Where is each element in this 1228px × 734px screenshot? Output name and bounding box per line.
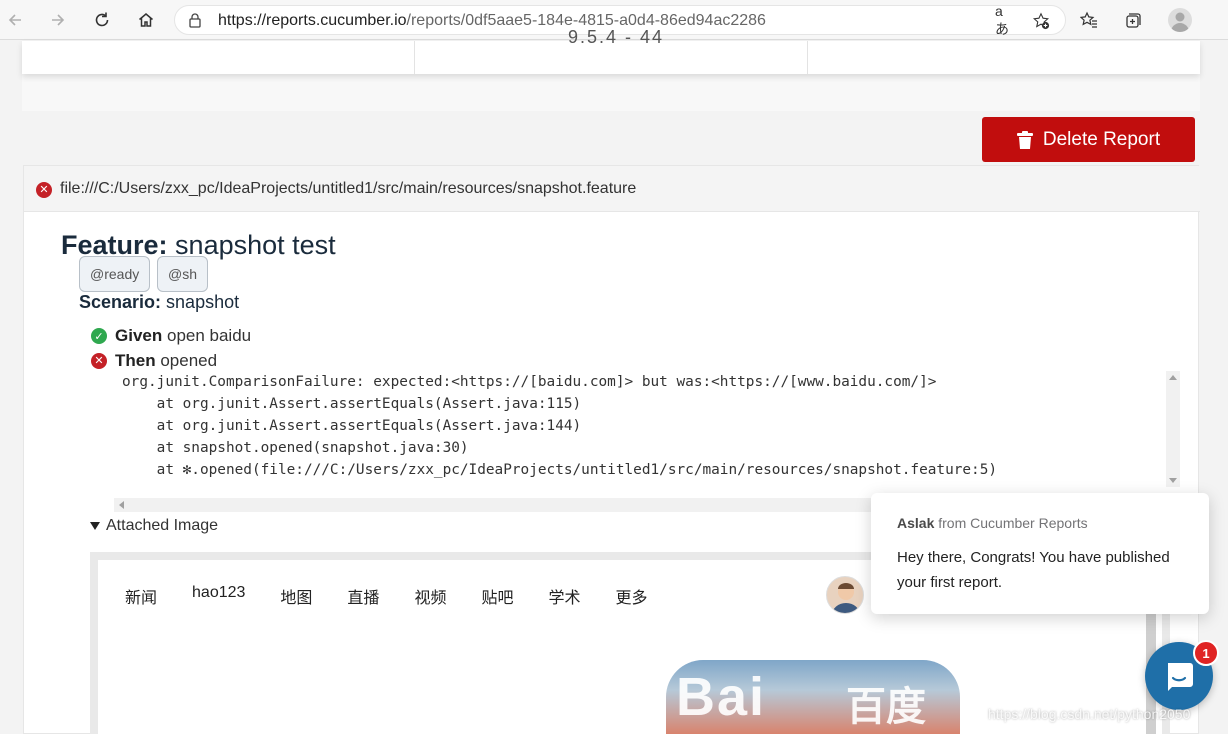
step-keyword: Then bbox=[115, 351, 156, 370]
baidu-logo-chinese: 百度 bbox=[846, 685, 926, 729]
stack-trace[interactable]: org.junit.ComparisonFailure: expected:<h… bbox=[114, 371, 1182, 508]
trash-icon bbox=[1016, 130, 1033, 149]
baidu-logo-latin: Bai bbox=[676, 667, 767, 727]
scroll-left-icon[interactable] bbox=[119, 501, 124, 509]
chat-sender-name: Aslak bbox=[897, 515, 935, 531]
favorites-icon[interactable] bbox=[1076, 7, 1102, 33]
url-text[interactable]: https://reports.cucumber.io/reports/0df5… bbox=[218, 12, 766, 30]
baidu-nav-item: 地图 bbox=[280, 590, 313, 607]
summary-cell bbox=[808, 41, 1200, 74]
watermark-text: https://blog.csdn.net/python2050 bbox=[988, 706, 1191, 722]
summary-card: 9.5.4 - 44 bbox=[22, 27, 1200, 74]
baidu-nav-item: 直播 bbox=[347, 590, 380, 607]
baidu-nav-item: 更多 bbox=[615, 590, 648, 607]
delete-report-label: Delete Report bbox=[1042, 128, 1161, 150]
chat-message-popup[interactable]: Aslak from Cucumber Reports Hey there, C… bbox=[871, 493, 1209, 614]
chat-sender-source: from Cucumber Reports bbox=[934, 515, 1088, 531]
summary-partial-text: 9.5.4 - 44 bbox=[568, 27, 665, 47]
stack-trace-line: at snapshot.opened(snapshot.java:30) bbox=[122, 440, 469, 456]
home-icon[interactable] bbox=[133, 7, 159, 33]
passed-icon: ✓ bbox=[91, 328, 107, 344]
lock-icon[interactable] bbox=[187, 12, 203, 28]
read-aloud-icon[interactable]: aあ bbox=[995, 3, 1015, 37]
stack-trace-vertical-scrollbar[interactable] bbox=[1166, 371, 1180, 487]
caret-down-icon bbox=[90, 522, 100, 530]
chat-icon bbox=[1168, 663, 1193, 691]
step-text: opened bbox=[160, 351, 218, 370]
attached-image-toggle[interactable]: Attached Image bbox=[90, 517, 218, 535]
back-icon[interactable] bbox=[2, 7, 28, 33]
forward-icon[interactable] bbox=[45, 7, 71, 33]
stack-trace-line: at ✻.opened(file:///C:/Users/zxx_pc/Idea… bbox=[122, 462, 998, 478]
feature-file-path: file:///C:/Users/zxx_pc/IdeaProjects/unt… bbox=[60, 180, 637, 197]
attached-image-label: Attached Image bbox=[106, 517, 219, 534]
scenario-title: Scenario: snapshot bbox=[79, 292, 239, 313]
scroll-up-icon[interactable] bbox=[1169, 375, 1177, 380]
user-avatar bbox=[826, 576, 864, 614]
baidu-nav-item: 学术 bbox=[548, 590, 581, 607]
failed-icon: ✕ bbox=[36, 182, 52, 198]
chat-unread-badge: 1 bbox=[1193, 640, 1219, 666]
step-given: ✓ Given open baidu bbox=[91, 326, 251, 346]
baidu-nav: 新闻 hao123 地图 直播 视频 贴吧 学术 更多 bbox=[125, 584, 683, 608]
tag-ready[interactable]: @ready bbox=[79, 256, 151, 292]
report-page: 9.5.4 - 44 Delete Report ✕ file:///C:/Us… bbox=[0, 27, 1228, 734]
scenario-name: snapshot bbox=[166, 292, 240, 312]
add-favorite-icon[interactable] bbox=[1031, 11, 1051, 31]
baidu-doodle-logo: Bai 百度 bbox=[666, 660, 960, 734]
failed-icon: ✕ bbox=[91, 353, 107, 369]
scenario-keyword: Scenario: bbox=[79, 292, 162, 312]
baidu-nav-item: 新闻 bbox=[125, 590, 158, 607]
baidu-nav-item: 贴吧 bbox=[481, 590, 514, 607]
summary-cell bbox=[22, 41, 415, 74]
refresh-icon[interactable] bbox=[89, 7, 115, 33]
step-then: ✕ Then opened bbox=[91, 351, 217, 371]
chat-sender: Aslak from Cucumber Reports bbox=[897, 515, 1088, 531]
scroll-down-icon[interactable] bbox=[1169, 478, 1177, 483]
stack-trace-horizontal-scrollbar[interactable] bbox=[114, 498, 874, 512]
chat-message-text: Hey there, Congrats! You have published … bbox=[897, 549, 1170, 591]
stack-trace-line: org.junit.ComparisonFailure: expected:<h… bbox=[122, 374, 937, 390]
summary-cell: 9.5.4 - 44 bbox=[415, 27, 808, 74]
stack-trace-line: at org.junit.Assert.assertEquals(Assert.… bbox=[122, 396, 582, 412]
step-keyword: Given bbox=[115, 326, 163, 345]
tag-sh[interactable]: @sh bbox=[157, 256, 208, 292]
stack-trace-line: at org.junit.Assert.assertEquals(Assert.… bbox=[122, 418, 582, 434]
baidu-nav-item: hao123 bbox=[192, 584, 246, 601]
delete-report-button[interactable]: Delete Report bbox=[982, 117, 1195, 162]
step-text: open baidu bbox=[166, 326, 252, 345]
baidu-nav-item: 视频 bbox=[414, 590, 447, 607]
collections-icon[interactable] bbox=[1120, 7, 1146, 33]
feature-report: ✕ file:///C:/Users/zxx_pc/IdeaProjects/u… bbox=[23, 165, 1200, 734]
feature-file-header[interactable]: ✕ file:///C:/Users/zxx_pc/IdeaProjects/u… bbox=[24, 166, 1200, 212]
profile-icon[interactable] bbox=[1168, 8, 1192, 32]
